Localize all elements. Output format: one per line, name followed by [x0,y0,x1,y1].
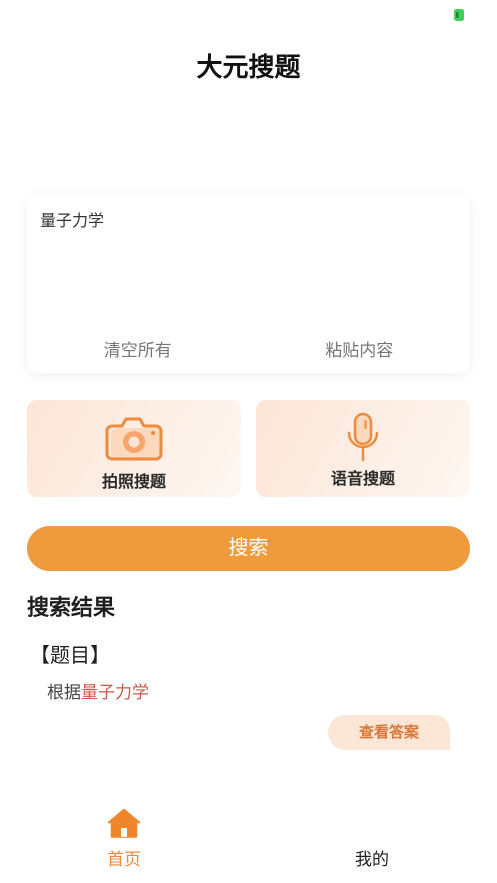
view-answer-button[interactable]: 查看答案 [328,715,450,750]
clear-all-button[interactable]: 清空所有 [27,338,249,364]
search-input[interactable]: 量子力学 [40,211,457,329]
results-heading: 搜索结果 [27,595,116,620]
screen: 大元搜题 量子力学 清空所有 粘贴内容 拍照搜题 语音搜题 搜索 搜索结果 【题… [0,0,497,883]
battery-icon [454,9,464,21]
voice-search-label: 语音搜题 [330,471,395,488]
tab-bar: 首页 我的 [0,800,497,880]
tab-mine-label: 我的 [355,850,389,869]
photo-search-label: 拍照搜题 [101,474,166,491]
home-icon [107,808,141,838]
page-title: 大元搜题 [196,52,301,82]
result-text-prefix: 根据 [47,683,81,702]
search-button[interactable]: 搜索 [27,526,470,571]
voice-search-card[interactable]: 语音搜题 [256,400,470,497]
microphone-icon [343,411,383,465]
result-question-text: 根据量子力学 [47,681,149,705]
photo-search-card[interactable]: 拍照搜题 [27,400,241,497]
tab-home-label: 首页 [107,850,141,869]
result-text-highlight: 量子力学 [81,683,149,702]
search-box: 量子力学 清空所有 粘贴内容 [27,195,470,373]
tab-mine[interactable]: 我的 [248,800,496,880]
search-box-actions: 清空所有 粘贴内容 [27,338,470,364]
camera-icon [104,414,164,462]
paste-content-button[interactable]: 粘贴内容 [249,338,471,364]
tab-home[interactable]: 首页 [0,800,248,880]
result-question-tag: 【题目】 [30,645,110,667]
